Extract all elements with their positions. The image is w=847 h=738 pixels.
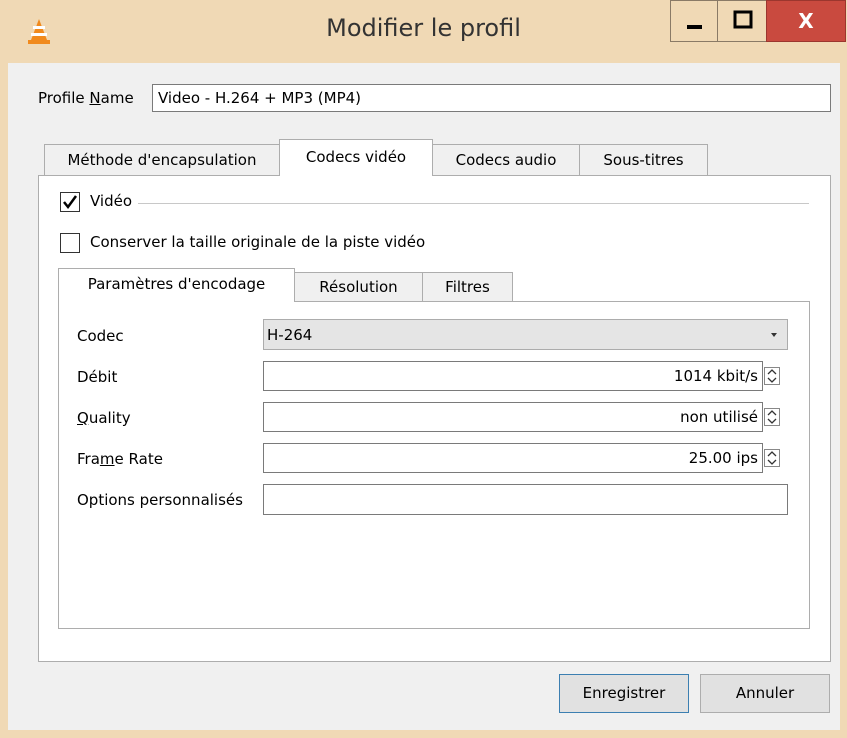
save-button[interactable]: Enregistrer: [559, 674, 689, 713]
cancel-button[interactable]: Annuler: [700, 674, 830, 713]
profile-name-label: Profile Name: [38, 89, 134, 107]
subtab-resolution[interactable]: Résolution: [294, 272, 423, 301]
subtab-encoding-params[interactable]: Paramètres d'encodage: [58, 268, 295, 302]
minimize-button[interactable]: [670, 0, 718, 42]
close-icon: X: [798, 9, 814, 33]
group-divider: [138, 203, 809, 204]
quality-stepper[interactable]: [764, 402, 780, 432]
spin-arrows-icon: [764, 449, 780, 467]
maximize-button[interactable]: [717, 0, 767, 42]
window-frame-bottom: [0, 730, 847, 738]
window-frame-left: [0, 63, 8, 738]
keep-original-size-label: Conserver la taille originale de la pist…: [90, 233, 426, 251]
bitrate-spinbox[interactable]: 1014 kbit/s: [263, 361, 763, 391]
checkmark-icon: [63, 195, 78, 210]
minimize-icon: [687, 25, 702, 29]
quality-spinbox[interactable]: non utilisé: [263, 402, 763, 432]
bitrate-stepper[interactable]: [764, 361, 780, 391]
profile-name-label-mnemonic: N: [89, 89, 101, 107]
profile-name-input[interactable]: Video - H.264 + MP3 (MP4): [152, 84, 831, 112]
tab-encapsulation[interactable]: Méthode d'encapsulation: [44, 144, 280, 175]
framerate-value: 25.00 ips: [688, 449, 758, 467]
bitrate-value: 1014 kbit/s: [673, 367, 758, 385]
custom-options-input[interactable]: [263, 484, 788, 515]
spin-arrows-icon: [764, 367, 780, 385]
quality-value: non utilisé: [680, 408, 758, 426]
keep-original-size-checkbox[interactable]: [60, 233, 80, 253]
quality-label: Quality: [77, 409, 131, 427]
dropdown-arrow-icon: [771, 333, 777, 337]
framerate-stepper[interactable]: [764, 443, 780, 473]
video-enabled-checkbox[interactable]: [60, 192, 80, 212]
custom-options-label: Options personnalisés: [77, 491, 243, 509]
maximize-icon: [733, 10, 753, 29]
tab-audio-codecs[interactable]: Codecs audio: [432, 144, 580, 175]
tab-subtitles[interactable]: Sous-titres: [579, 144, 708, 175]
bitrate-label: Débit: [77, 368, 118, 386]
video-enabled-label: Vidéo: [90, 192, 133, 210]
codec-label: Codec: [77, 327, 124, 345]
quality-label-mnemonic: Q: [77, 409, 89, 427]
subtab-filters[interactable]: Filtres: [422, 272, 513, 301]
close-button[interactable]: X: [766, 0, 846, 42]
codec-value: H-264: [267, 326, 313, 344]
framerate-label: Frame Rate: [77, 450, 163, 468]
tab-video-codecs[interactable]: Codecs vidéo: [279, 139, 433, 176]
framerate-label-mnemonic: m: [99, 450, 115, 468]
framerate-spinbox[interactable]: 25.00 ips: [263, 443, 763, 473]
codec-select[interactable]: H-264: [263, 319, 788, 350]
spin-arrows-icon: [764, 408, 780, 426]
profile-name-value: Video - H.264 + MP3 (MP4): [158, 89, 362, 107]
window-frame-right: [840, 63, 847, 738]
